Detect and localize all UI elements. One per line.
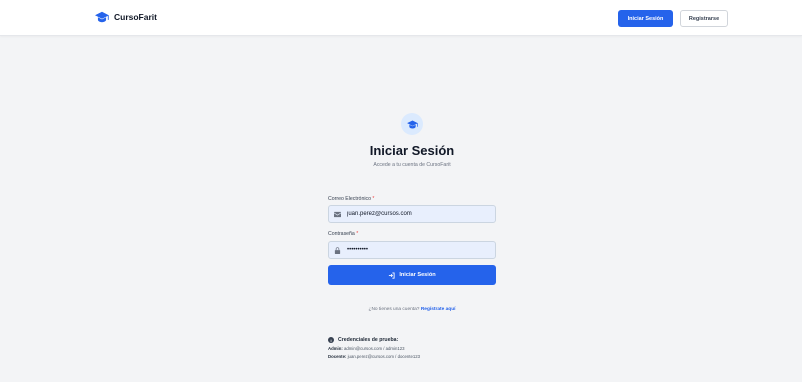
submit-label: Iniciar Sesión (399, 272, 436, 278)
password-label: Contraseña * (328, 231, 358, 237)
register-link[interactable]: Regístrate aquí (421, 307, 456, 312)
required-mark: * (372, 196, 375, 202)
graduation-cap-icon (95, 11, 109, 23)
logo-badge (401, 113, 423, 135)
credentials-heading: i Credenciales de prueba: (328, 337, 528, 343)
navbar: CursoFarit Iniciar Sesión Registrarse (0, 0, 802, 36)
lock-icon (334, 246, 341, 254)
admin-credentials: Admin: admin@cursos.com / admin123 (328, 346, 528, 351)
teacher-label: Docente: (328, 354, 347, 359)
graduation-cap-icon (406, 119, 418, 129)
email-label-text: Correo Electrónico (328, 196, 371, 202)
email-input[interactable] (347, 211, 487, 217)
required-mark: * (356, 231, 359, 237)
register-prompt-text: ¿No tienes una cuenta? (368, 307, 420, 312)
page-title: Iniciar Sesión (369, 143, 455, 158)
email-label: Correo Electrónico * (328, 196, 374, 202)
password-input[interactable] (347, 247, 487, 253)
envelope-icon (334, 211, 341, 217)
password-field[interactable] (328, 241, 496, 259)
test-credentials: i Credenciales de prueba: Admin: admin@c… (328, 337, 528, 359)
credentials-title: Credenciales de prueba: (338, 337, 399, 343)
brand-name: CursoFarit (114, 12, 157, 22)
email-field[interactable] (328, 205, 496, 223)
teacher-value: juan.perez@cursos.com / docente123 (347, 354, 421, 359)
brand-link[interactable]: CursoFarit (95, 11, 157, 23)
teacher-credentials: Docente: juan.perez@cursos.com / docente… (328, 354, 528, 359)
register-prompt: ¿No tienes una cuenta? Regístrate aquí (302, 307, 522, 312)
nav-login-button[interactable]: Iniciar Sesión (618, 10, 673, 27)
nav-register-button[interactable]: Registrarse (680, 10, 728, 27)
password-label-text: Contraseña (328, 231, 355, 237)
admin-label: Admin: (328, 346, 343, 351)
page-subtitle: Accede a tu cuenta de CursoFarit (373, 162, 451, 168)
sign-in-icon (389, 271, 395, 279)
admin-value: admin@cursos.com / admin123 (344, 346, 405, 351)
login-submit-button[interactable]: Iniciar Sesión (328, 265, 496, 285)
info-icon: i (328, 337, 334, 343)
